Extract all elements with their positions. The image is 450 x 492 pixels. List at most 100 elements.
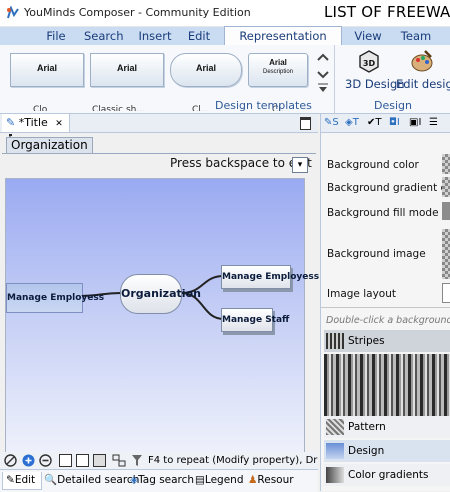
bottom-tab-bar: ✎Edit 🔍Detailed search ◈Tag search ▤Lege…	[0, 469, 318, 492]
document-icon: ✎	[6, 116, 16, 129]
section-design[interactable]: Design	[324, 440, 450, 462]
checkmark-icon[interactable]: ✔T	[367, 117, 382, 128]
layout-icon[interactable]	[112, 454, 126, 467]
tab-file[interactable]: File	[40, 27, 72, 45]
actual-size-icon[interactable]	[93, 454, 106, 467]
section-stripes[interactable]: Stripes	[324, 330, 450, 352]
page-icon[interactable]: ▣I	[409, 117, 421, 128]
background-color-swatch[interactable]	[442, 154, 450, 174]
status-text: F4 to repeat (Modify property), Dr	[148, 455, 318, 466]
tab-edit-panel[interactable]: ✎Edit	[2, 472, 42, 490]
tab-team[interactable]: Team	[398, 27, 434, 45]
template-font-label: Arial	[116, 63, 137, 73]
fill-mode-dropdown[interactable]	[442, 202, 450, 220]
prop-background-image: Background image	[327, 248, 426, 260]
tab-tag-search[interactable]: ◈Tag search	[130, 472, 194, 489]
svg-text:3D: 3D	[363, 59, 376, 68]
image-layout-button[interactable]	[442, 283, 450, 303]
tab-label: Resour	[257, 474, 294, 486]
section-label: Pattern	[348, 421, 386, 433]
template-font-label: Arial	[269, 58, 287, 67]
template-caption-1: Clo	[33, 105, 48, 111]
background-image-preview[interactable]	[442, 229, 450, 279]
tab-label: Tag search	[138, 474, 195, 486]
tab-view[interactable]: View	[352, 27, 384, 45]
tab-label: Legend	[204, 474, 244, 486]
title-bar: YouMinds Composer - Community Edition LI…	[0, 0, 450, 27]
node-right-bottom[interactable]: Manage Staff	[221, 308, 289, 332]
design-template-4[interactable]: Arial Description	[248, 53, 308, 87]
tab-search[interactable]: Search	[84, 27, 124, 45]
watermark-text: LIST OF FREEWARE	[324, 3, 450, 21]
group-label-design: Design	[374, 99, 412, 112]
list-icon[interactable]: ☰	[429, 117, 438, 128]
prop-image-layout: Image layout	[327, 288, 396, 300]
properties-tab-strip: ✎S ◈T ✔T ◘I ▣I ☰	[321, 114, 450, 133]
chevron-down-icon[interactable]: ▾	[292, 157, 308, 173]
bottom-toolbar: F4 to repeat (Modify property), Dr	[0, 452, 318, 469]
prop-background-gradient: Background gradient color	[327, 182, 450, 194]
tab-representation-options[interactable]: Representation options	[224, 26, 342, 61]
fit-page-icon[interactable]	[59, 454, 72, 467]
background-hint: Double-click a background image	[326, 315, 450, 326]
no-entry-icon[interactable]	[4, 454, 17, 467]
scroll-arrows-icon[interactable]	[316, 51, 330, 99]
tab-insert[interactable]: Insert	[138, 27, 172, 45]
maximize-icon[interactable]	[300, 117, 311, 130]
document-tab[interactable]: ✎ *Title ✕	[2, 114, 70, 132]
tag-icon: ◈	[130, 474, 139, 486]
node-right-top[interactable]: Manage Employess	[221, 265, 319, 289]
stripes-thumb-icon	[326, 333, 344, 349]
app-logo-icon	[7, 6, 19, 19]
section-color-gradients[interactable]: Color gradients	[324, 464, 450, 486]
mind-map-canvas[interactable]: Manage Employess Organization Manage Emp…	[5, 178, 319, 454]
edit-design-button[interactable]: Edit design	[396, 77, 450, 91]
tab-label: Detailed search	[57, 474, 140, 486]
edit-hint: Press backspace to edit	[170, 156, 312, 170]
document-tab-header: ✎ *Title ✕	[0, 114, 318, 133]
node-center[interactable]: Organization	[120, 274, 201, 314]
ribbon-divider	[334, 45, 335, 113]
fit-width-icon[interactable]	[76, 454, 89, 467]
tag-icon[interactable]: ◈T	[345, 117, 359, 128]
edit-design-icon[interactable]	[410, 49, 434, 75]
tab-resources[interactable]: ♟Resour	[248, 472, 318, 489]
window-title: YouMinds Composer - Community Edition	[24, 6, 251, 19]
template-caption-2: Classic sh...	[92, 105, 145, 111]
pencil-icon: ✎	[6, 474, 15, 486]
tab-edit[interactable]: Edit	[184, 27, 214, 45]
section-pattern[interactable]: Pattern	[324, 416, 450, 438]
background-gradient-swatch[interactable]	[442, 177, 450, 197]
template-caption-3: Cl...	[192, 105, 210, 111]
stripes-gallery[interactable]	[324, 354, 450, 418]
prop-background-color: Background color	[327, 159, 419, 171]
template-description-label: Description	[262, 69, 293, 75]
map-tab-organization[interactable]: Organization	[6, 137, 93, 153]
node-left[interactable]: Manage Employess	[6, 283, 104, 313]
template-font-label: Arial	[36, 63, 57, 73]
section-label: Stripes	[348, 335, 385, 347]
menu-tab-bar: File Search Insert Edit Representation o…	[0, 26, 450, 61]
filter-icon[interactable]	[131, 454, 143, 467]
design-template-2[interactable]: Arial	[90, 53, 164, 87]
3d-design-icon[interactable]: 3D	[358, 49, 380, 75]
section-label: Color gradients	[348, 469, 429, 481]
close-icon[interactable]: ✕	[55, 119, 63, 129]
group-label-design-templates: Design templates	[215, 99, 312, 112]
design-template-1[interactable]: Arial	[10, 53, 84, 87]
tab-detailed-search[interactable]: 🔍Detailed search	[44, 472, 139, 489]
zoom-in-icon[interactable]	[22, 454, 35, 467]
legend-icon: ▤	[195, 474, 205, 486]
pencil-icon[interactable]: ✎S	[324, 117, 339, 128]
properties-panel: ✎S ◈T ✔T ◘I ▣I ☰ Background color Backgr…	[320, 114, 450, 491]
design-template-3[interactable]: Arial	[170, 53, 242, 87]
map-tab-divider	[2, 153, 316, 154]
pattern-thumb-icon	[326, 419, 344, 435]
template-font-label: Arial	[195, 63, 216, 73]
zoom-out-icon[interactable]	[39, 454, 52, 467]
speech-icon[interactable]: ◘I	[389, 117, 400, 128]
design-thumb-icon	[326, 443, 344, 459]
tab-legend[interactable]: ▤Legend	[195, 472, 244, 489]
gradient-thumb-icon	[326, 467, 344, 483]
person-icon: ♟	[248, 474, 258, 486]
